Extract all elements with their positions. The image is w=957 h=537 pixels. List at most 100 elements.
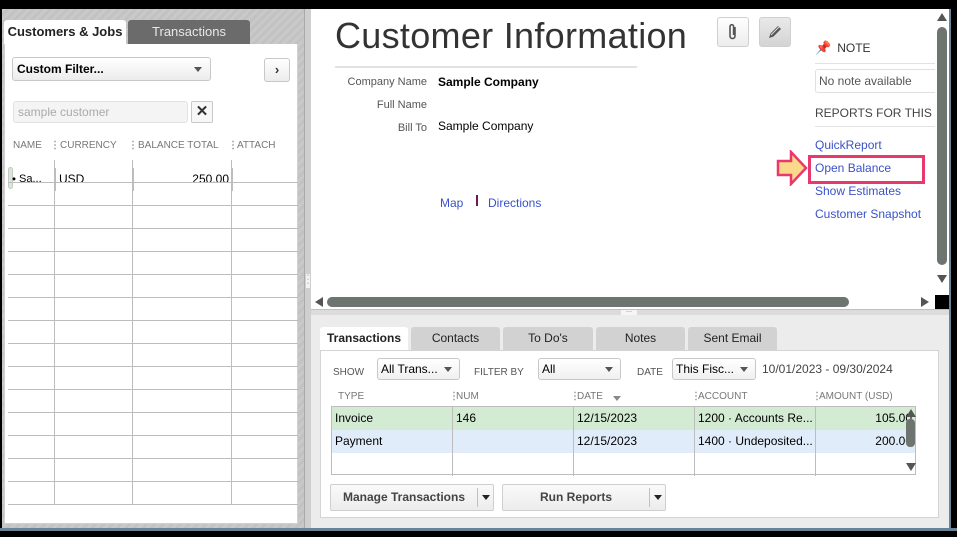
- filter-by-value: All: [542, 362, 556, 376]
- info-horizontal-scrollbar[interactable]: [311, 295, 935, 309]
- customer-row-empty[interactable]: [8, 229, 298, 252]
- customer-row-empty[interactable]: [8, 459, 298, 482]
- info-vertical-scrollbar[interactable]: [935, 9, 949, 295]
- customer-row-empty[interactable]: [8, 367, 298, 390]
- date-dropdown[interactable]: This Fisc...: [672, 358, 756, 380]
- scroll-down-icon[interactable]: [906, 463, 916, 471]
- transaction-row-empty[interactable]: [332, 453, 915, 476]
- expand-panel-button[interactable]: ›: [264, 58, 290, 82]
- manage-transactions-button[interactable]: Manage Transactions: [330, 484, 494, 511]
- note-text[interactable]: No note available: [815, 69, 935, 93]
- tab-customers-jobs[interactable]: Customers & Jobs: [4, 20, 126, 46]
- pin-icon[interactable]: 📌: [815, 40, 831, 55]
- sort-desc-icon[interactable]: [613, 396, 621, 401]
- empty-cell: [816, 453, 915, 476]
- column-header-balance-total[interactable]: BALANCE TOTAL: [138, 140, 219, 151]
- column-header-amount[interactable]: AMOUNT (USD): [819, 391, 893, 402]
- tab-transactions[interactable]: Transactions: [320, 327, 408, 352]
- column-separator[interactable]: ⋮: [50, 140, 60, 151]
- customer-search-input[interactable]: sample customer: [13, 101, 188, 123]
- show-dropdown[interactable]: All Trans...: [377, 358, 460, 380]
- empty-cell: [8, 482, 55, 505]
- scroll-down-icon[interactable]: [937, 275, 947, 283]
- column-header-date[interactable]: DATE: [577, 391, 603, 402]
- tab-todos[interactable]: To Do's: [503, 327, 593, 350]
- customer-row-empty[interactable]: [8, 321, 298, 344]
- scroll-left-icon[interactable]: [315, 297, 323, 307]
- customer-row-empty[interactable]: [8, 160, 298, 183]
- run-reports-button[interactable]: Run Reports: [502, 484, 666, 511]
- customer-row-empty[interactable]: [8, 206, 298, 229]
- transactions-scrollbar[interactable]: [904, 406, 918, 475]
- pointer-arrow-icon: [776, 150, 808, 186]
- empty-cell: [133, 229, 232, 252]
- customer-row-empty[interactable]: [8, 298, 298, 321]
- clear-search-button[interactable]: ✕: [191, 101, 213, 123]
- tab-notes[interactable]: Notes: [596, 327, 685, 350]
- column-separator[interactable]: ⋮: [128, 140, 138, 151]
- empty-cell: [133, 436, 232, 459]
- reports-divider: [815, 126, 935, 127]
- empty-cell: [55, 252, 133, 275]
- column-header-name[interactable]: NAME: [13, 140, 42, 151]
- filter-by-dropdown[interactable]: All: [538, 358, 621, 380]
- chevron-down-icon[interactable]: [654, 495, 662, 500]
- edit-customer-button[interactable]: [759, 17, 791, 47]
- scroll-up-icon[interactable]: [906, 409, 916, 417]
- customer-row-empty[interactable]: [8, 275, 298, 298]
- chevron-down-icon[interactable]: [482, 495, 490, 500]
- customer-list: ⬩ Sa... USD 250.00: [8, 160, 298, 505]
- customer-row-empty[interactable]: [8, 252, 298, 275]
- full-name-label: Full Name: [376, 99, 427, 111]
- column-header-num[interactable]: NUM: [456, 391, 479, 402]
- empty-cell: [133, 482, 232, 505]
- column-header-currency[interactable]: CURRENCY: [60, 140, 117, 151]
- quickreport-link[interactable]: QuickReport: [815, 138, 882, 152]
- empty-cell: [55, 367, 133, 390]
- customer-row-empty[interactable]: [8, 413, 298, 436]
- empty-cell: [55, 436, 133, 459]
- show-estimates-link[interactable]: Show Estimates: [815, 184, 901, 198]
- empty-cell: [55, 298, 133, 321]
- filter-by-label: FILTER BY: [474, 367, 524, 378]
- vertical-splitter[interactable]: · · ·: [304, 9, 311, 528]
- customer-information-panel: Customer Information Company Name Sample…: [311, 9, 935, 295]
- empty-cell: [55, 321, 133, 344]
- chevron-down-icon: [740, 367, 748, 372]
- customer-row-empty[interactable]: [8, 482, 298, 505]
- column-header-type[interactable]: TYPE: [338, 391, 364, 402]
- customer-row-empty[interactable]: [8, 344, 298, 367]
- scroll-thumb[interactable]: [327, 297, 849, 307]
- empty-cell: [232, 482, 298, 505]
- window-right-border: [949, 9, 957, 528]
- empty-cell: [8, 183, 55, 206]
- show-value: All Trans...: [381, 362, 438, 376]
- customer-snapshot-link[interactable]: Customer Snapshot: [815, 207, 921, 221]
- attach-file-button[interactable]: [717, 17, 749, 47]
- directions-link[interactable]: Directions: [488, 196, 541, 210]
- customer-row-empty[interactable]: [8, 436, 298, 459]
- customer-row-empty[interactable]: [8, 390, 298, 413]
- customer-list-pane: Custom Filter... › sample customer ✕ NAM…: [4, 44, 298, 524]
- customer-row-empty[interactable]: [8, 183, 298, 206]
- tab-contacts[interactable]: Contacts: [411, 327, 500, 350]
- scroll-right-icon[interactable]: [921, 297, 929, 307]
- transaction-row[interactable]: Invoice 146 12/15/2023 1200 · Accounts R…: [332, 407, 915, 430]
- empty-cell: [8, 206, 55, 229]
- transactions-pane: SHOW All Trans... FILTER BY All DATE Thi…: [320, 350, 939, 518]
- transaction-row[interactable]: Payment 12/15/2023 1400 · Undeposited...…: [332, 430, 915, 453]
- map-link[interactable]: Map: [440, 196, 463, 210]
- splitter-grip-icon[interactable]: ···: [306, 272, 310, 288]
- empty-cell: [133, 344, 232, 367]
- scroll-thumb[interactable]: [937, 27, 947, 265]
- scroll-up-icon[interactable]: [937, 13, 947, 21]
- highlight-box: [808, 155, 925, 184]
- column-header-account[interactable]: ACCOUNT: [698, 391, 747, 402]
- empty-cell: [133, 183, 232, 206]
- empty-cell: [8, 459, 55, 482]
- scroll-thumb[interactable]: [906, 419, 915, 447]
- column-header-attach[interactable]: ATTACH: [237, 140, 276, 151]
- tab-transactions[interactable]: Transactions: [128, 20, 250, 44]
- tab-sent-email[interactable]: Sent Email: [688, 327, 777, 350]
- custom-filter-dropdown[interactable]: Custom Filter...: [12, 57, 211, 81]
